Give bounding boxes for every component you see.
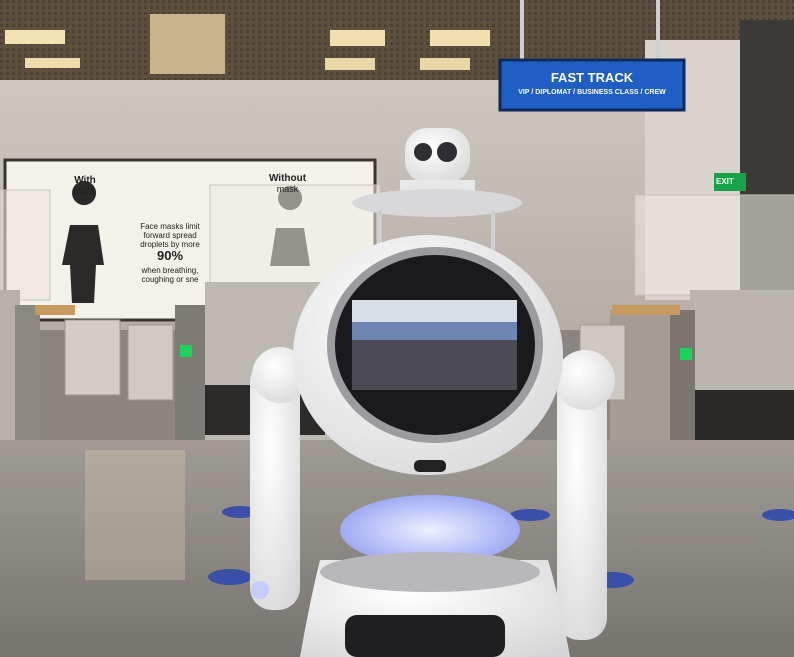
glass-partition-left	[0, 189, 51, 301]
poster-line: coughing or sne	[141, 275, 199, 284]
photo-scene	[0, 0, 794, 657]
camera-lens	[414, 143, 432, 161]
robot-waist-band	[320, 552, 540, 592]
screen-ceiling	[352, 300, 517, 322]
poster-left-subheading: mask	[74, 186, 96, 196]
robot-mouth-sensor	[414, 460, 446, 472]
ceiling-light	[430, 30, 490, 46]
fast-track-title: FAST TRACK	[550, 70, 634, 85]
screen-crowd	[352, 340, 517, 390]
robot-right-shoulder	[555, 350, 615, 410]
poster-right-heading: Without	[268, 173, 307, 184]
robot-left-hand-light	[251, 581, 269, 599]
camera-lens	[437, 142, 457, 162]
wood-frame	[612, 305, 680, 315]
exit-running-man-icon: EXIT	[716, 177, 734, 186]
ceiling-light	[420, 58, 470, 70]
green-arrow-gate-indicator-icon	[180, 345, 192, 357]
gate-post	[15, 305, 40, 460]
glass-partition-right	[634, 194, 794, 296]
ceiling-light	[150, 14, 225, 74]
ceiling-light	[330, 30, 385, 46]
poster-line: forward spread	[143, 231, 197, 240]
poster-right-subheading: mask	[276, 184, 299, 194]
poster-line: when breathing,	[141, 266, 199, 275]
ceiling-light	[25, 58, 80, 68]
poster-percentage: 90%	[156, 248, 184, 263]
ceiling-light	[325, 58, 375, 70]
gate-panel	[64, 319, 121, 396]
floor-reflection	[85, 450, 185, 580]
robot-speaker-grille	[345, 615, 505, 657]
robot-tray	[352, 189, 522, 217]
poster-line: Face masks limit	[140, 222, 200, 231]
poster-left-heading: With	[74, 175, 96, 186]
fast-track-sign	[498, 58, 686, 112]
airport-robot-photo: FAST TRACK VIP / DIPLOMAT / BUSINESS CLA…	[0, 0, 794, 657]
floor-marker	[208, 569, 252, 585]
gate-panel	[127, 324, 174, 401]
wood-frame	[35, 305, 75, 315]
floor-marker	[510, 509, 550, 521]
counter-desk-right-base	[690, 390, 794, 440]
fast-track-subtitle: VIP / DIPLOMAT / BUSINESS CLASS / CREW	[518, 89, 666, 96]
green-arrow-gate-indicator-icon	[680, 348, 692, 360]
ceiling-light	[5, 30, 65, 44]
